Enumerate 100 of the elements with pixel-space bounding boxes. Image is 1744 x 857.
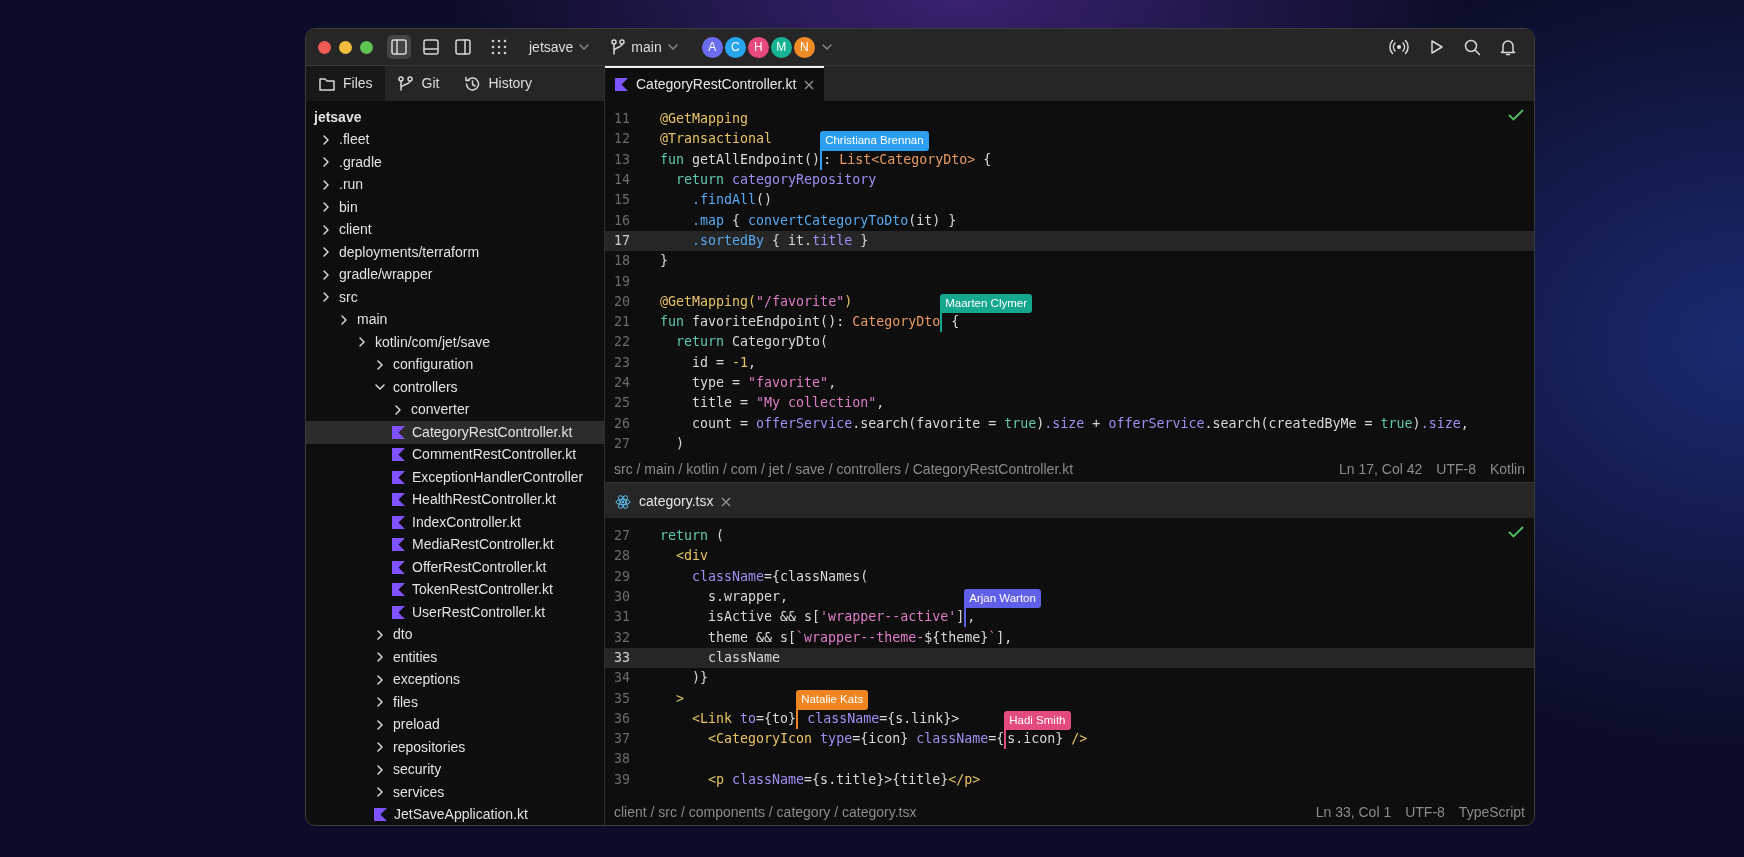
editor-tab[interactable]: category.tsx bbox=[605, 483, 742, 518]
line-number: 25 bbox=[613, 394, 631, 413]
code-line: theme && s[`wrapper--theme-${theme}`], bbox=[707, 628, 1013, 647]
editor-tab[interactable]: CategoryRestController.kt bbox=[605, 66, 825, 101]
chevron-right-icon bbox=[374, 763, 386, 776]
code-line: className bbox=[707, 648, 781, 667]
chevron-right-icon bbox=[374, 718, 386, 731]
tree-item[interactable]: converter bbox=[306, 398, 604, 421]
kotlin-file-icon bbox=[392, 448, 405, 462]
user-avatar[interactable]: H bbox=[747, 36, 769, 58]
code-line: id = -1, bbox=[691, 353, 757, 372]
chevron-right-icon bbox=[320, 291, 332, 304]
branch-selector[interactable]: main bbox=[605, 36, 684, 58]
breadcrumb-path[interactable]: src / main / kotlin / com / jet / save / controllers / CategoryRestController.kt bbox=[614, 458, 1074, 480]
code-line: fun favoriteEndpoint(): CategoryDto bbox=[660, 313, 941, 332]
sidebar-tab[interactable]: History bbox=[451, 66, 544, 101]
tree-item[interactable]: exceptions bbox=[306, 668, 604, 691]
collaborator-name-tag: Maarten Clymer bbox=[940, 293, 1033, 313]
sidebar-tab[interactable]: Git bbox=[384, 66, 452, 101]
breadcrumb-path[interactable]: client / src / components / category / category.tsx bbox=[614, 801, 917, 823]
project-root[interactable]: jetsave bbox=[306, 106, 604, 129]
line-number: 39 bbox=[613, 770, 631, 789]
tree-item[interactable]: configuration bbox=[306, 353, 604, 376]
text-cursor bbox=[964, 607, 967, 628]
tree-item[interactable]: entities bbox=[306, 646, 604, 669]
code-line: <CategoryIcon type={icon} className={ bbox=[707, 730, 1005, 749]
line-number: 33 bbox=[613, 648, 631, 667]
tree-item[interactable]: .run bbox=[306, 173, 604, 196]
chevron-right-icon bbox=[374, 786, 386, 799]
code-line: return CategoryDto( bbox=[675, 333, 829, 352]
code-line: <Link to={to} bbox=[691, 709, 797, 728]
chevron-right-icon bbox=[374, 628, 386, 641]
tree-item[interactable]: bin bbox=[306, 196, 604, 219]
code-line: isActive && s['wrapper--active'] bbox=[707, 608, 965, 627]
tree-item[interactable]: OfferRestController.kt bbox=[306, 556, 604, 579]
tree-item[interactable]: HealthRestController.kt bbox=[306, 488, 604, 511]
left-panel-toggle[interactable] bbox=[387, 35, 411, 59]
tree-item[interactable]: UserRestController.kt bbox=[306, 601, 604, 624]
tree-item[interactable]: .gradle bbox=[306, 151, 604, 174]
chevron-right-icon bbox=[320, 133, 332, 146]
line-number: 22 bbox=[613, 333, 631, 352]
tree-item[interactable]: CategoryRestController.kt bbox=[306, 421, 604, 444]
code-line: return categoryRepository bbox=[675, 171, 877, 190]
tree-item[interactable]: files bbox=[306, 691, 604, 714]
collaborator-name-tag: Natalie Kats bbox=[796, 690, 869, 710]
tree-item[interactable]: preload bbox=[306, 713, 604, 736]
text-cursor bbox=[796, 708, 799, 729]
tree-item[interactable]: dto bbox=[306, 623, 604, 646]
sidebar-tab[interactable]: Files bbox=[306, 66, 385, 101]
line-number: 21 bbox=[613, 313, 631, 332]
code-line: : List<CategoryDto> { bbox=[823, 150, 992, 169]
tree-item[interactable]: CommentRestController.kt bbox=[306, 443, 604, 466]
line-number: 12 bbox=[613, 130, 631, 149]
line-number: 32 bbox=[613, 628, 631, 647]
tree-item[interactable]: repositories bbox=[306, 736, 604, 759]
tree-item[interactable]: deployments/terraform bbox=[306, 241, 604, 264]
chevron-down-icon bbox=[579, 44, 590, 50]
minimize-button[interactable] bbox=[339, 40, 352, 54]
tree-item[interactable]: src bbox=[306, 286, 604, 309]
chevron-right-icon bbox=[356, 336, 368, 349]
project-selector[interactable]: jetsave bbox=[523, 36, 596, 58]
code-line: .sortedBy { it.title } bbox=[691, 231, 869, 250]
encoding-label[interactable]: UTF-8 bbox=[1436, 458, 1476, 480]
tree-item[interactable]: TokenRestController.kt bbox=[306, 578, 604, 601]
kotlin-file-icon bbox=[392, 538, 405, 552]
tree-item[interactable]: ExceptionHandlerController bbox=[306, 466, 604, 489]
kotlin-file-icon bbox=[392, 605, 405, 619]
chevron-right-icon bbox=[374, 358, 386, 371]
text-cursor bbox=[940, 311, 943, 333]
tree-item[interactable]: MediaRestController.kt bbox=[306, 533, 604, 556]
tree-item[interactable]: kotlin/com/jet/save bbox=[306, 331, 604, 354]
encoding-label[interactable]: UTF-8 bbox=[1405, 801, 1445, 823]
line-number: 34 bbox=[613, 669, 631, 688]
tree-item[interactable]: controllers bbox=[306, 376, 604, 399]
bell-icon bbox=[1499, 38, 1517, 56]
line-number: 17 bbox=[613, 231, 631, 250]
tree-item[interactable]: gradle/wrapper bbox=[306, 263, 604, 286]
tree-item[interactable]: .fleet bbox=[306, 128, 604, 151]
tree-item[interactable]: client bbox=[306, 218, 604, 241]
tree-item[interactable]: services bbox=[306, 781, 604, 804]
line-number: 18 bbox=[613, 252, 631, 271]
code-line: <p className={s.title}>{title}</p> bbox=[707, 770, 981, 789]
tree-item[interactable]: security bbox=[306, 758, 604, 781]
cursor-position[interactable]: Ln 17, Col 42 bbox=[1339, 458, 1423, 480]
code-line: @GetMapping bbox=[660, 110, 749, 129]
broadcast-icon bbox=[1389, 38, 1409, 56]
line-number: 11 bbox=[613, 110, 631, 129]
maximize-button[interactable] bbox=[360, 40, 373, 54]
close-button[interactable] bbox=[318, 40, 331, 54]
tree-item[interactable]: IndexController.kt bbox=[306, 511, 604, 534]
tree-item[interactable]: JetSaveApplication.kt bbox=[306, 803, 604, 825]
user-avatar[interactable]: A bbox=[701, 36, 723, 58]
language-label[interactable]: Kotlin bbox=[1489, 458, 1525, 480]
tree-item[interactable]: main bbox=[306, 308, 604, 331]
cursor-position[interactable]: Ln 33, Col 1 bbox=[1315, 801, 1392, 823]
code-line: className={s.link}> bbox=[806, 709, 960, 728]
language-label[interactable]: TypeScript bbox=[1458, 801, 1525, 823]
line-number: 13 bbox=[613, 150, 631, 169]
text-cursor bbox=[820, 149, 823, 170]
kotlin-file-icon bbox=[374, 808, 387, 822]
